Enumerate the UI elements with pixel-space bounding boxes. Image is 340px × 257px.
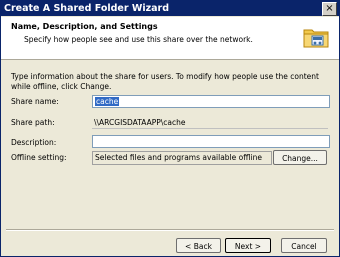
share-name-input[interactable]: cache (92, 95, 330, 108)
offline-setting-label: Offline setting: (11, 153, 67, 162)
description-input[interactable] (92, 135, 330, 148)
change-button[interactable]: Change... (273, 150, 327, 165)
intro-text: Type information about the share for use… (11, 72, 319, 91)
shared-folder-icon (303, 23, 329, 49)
share-path-value: \\ARCGISDATAAPP\cache (92, 117, 328, 129)
share-name-value: cache (95, 97, 120, 106)
back-button[interactable]: < Back (176, 238, 221, 253)
header-title: Name, Description, and Settings (11, 22, 158, 31)
share-path-label: Share path: (11, 118, 55, 127)
description-label: Description: (11, 138, 57, 147)
offline-setting-value: Selected files and programs available of… (92, 151, 272, 165)
close-icon[interactable]: × (322, 2, 337, 16)
window-title: Create A Shared Folder Wizard (4, 3, 169, 14)
header-subtitle: Specify how people see and use this shar… (24, 35, 253, 44)
share-name-label: Share name: (11, 97, 59, 106)
cancel-button[interactable]: Cancel (281, 238, 327, 253)
next-button[interactable]: Next > (225, 238, 271, 253)
title-bar: Create A Shared Folder Wizard × (1, 1, 339, 16)
footer-separator (6, 229, 334, 231)
wizard-window: Create A Shared Folder Wizard × Name, De… (0, 0, 340, 257)
wizard-header: Name, Description, and Settings Specify … (1, 17, 339, 60)
